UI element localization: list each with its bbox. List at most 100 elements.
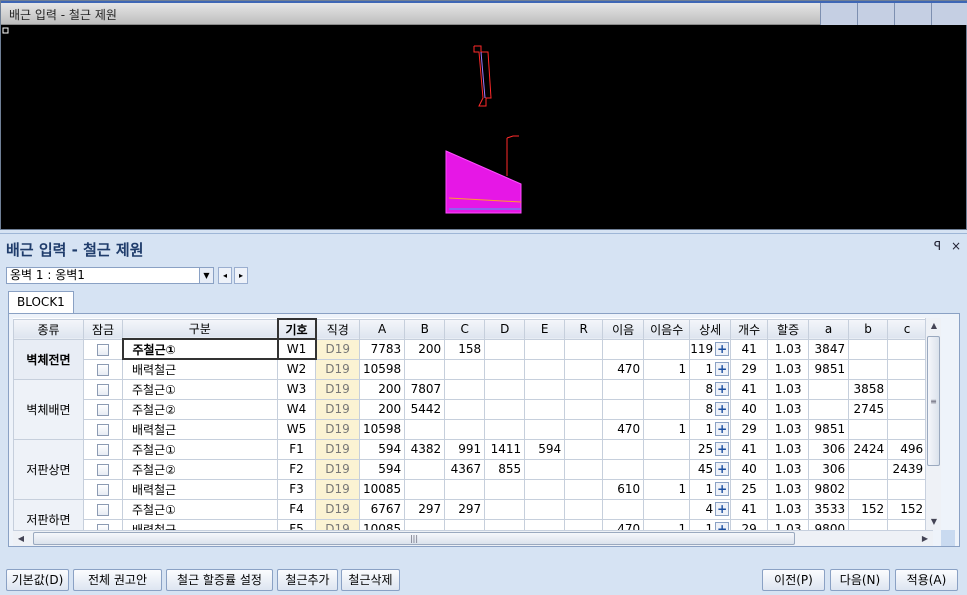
- value-cell-d[interactable]: 855: [484, 458, 526, 480]
- table-row[interactable]: 저판상면 주철근① F1 D19 594 4382 991 1411 594 25 +41 1.03 3…: [13, 438, 928, 500]
- value-cell-c-lower[interactable]: [887, 338, 928, 360]
- value-cell-r[interactable]: [564, 378, 604, 400]
- value-cell-lap[interactable]: [602, 378, 645, 400]
- value-cell-c-lower[interactable]: [887, 398, 928, 420]
- value-cell-b-lower[interactable]: [848, 358, 889, 380]
- value-cell-lap[interactable]: [602, 458, 645, 480]
- value-cell-c-lower[interactable]: 496: [887, 438, 928, 460]
- value-cell-d[interactable]: [484, 378, 526, 400]
- scroll-right-icon[interactable]: ▶: [917, 531, 933, 547]
- value-cell-d[interactable]: [484, 338, 526, 360]
- plus-icon[interactable]: +: [715, 502, 730, 517]
- col-header[interactable]: 개수: [730, 318, 769, 340]
- table-row[interactable]: 배력철근 F3 D19 10085 610 1 1 +25 1.03 9802: [14, 478, 928, 500]
- pin-icon[interactable]: ꟼ: [934, 239, 941, 253]
- plus-icon[interactable]: +: [715, 382, 730, 397]
- extra-cell[interactable]: 1.03: [767, 418, 810, 440]
- detail-cell[interactable]: 1 +: [689, 358, 732, 380]
- value-cell-b-lower[interactable]: 2745: [848, 398, 889, 420]
- lock-cell[interactable]: [83, 498, 123, 520]
- value-cell-lap[interactable]: 470: [602, 418, 645, 440]
- symbol-cell[interactable]: F1: [277, 438, 316, 460]
- col-header[interactable]: R: [564, 318, 604, 340]
- rebar-name-cell[interactable]: 주철근②: [122, 458, 278, 480]
- rebar-grid[interactable]: 종류 잠금 구분 기호 직경 A B C D E R 이음 이음수 상세 개수 …: [13, 318, 933, 530]
- value-cell-c-lower[interactable]: [887, 518, 928, 530]
- plus-icon[interactable]: +: [715, 422, 730, 437]
- value-cell-b-lower[interactable]: [848, 338, 889, 360]
- value-cell-r[interactable]: [564, 418, 604, 440]
- value-cell-e[interactable]: [524, 518, 566, 530]
- value-cell-a-lower[interactable]: 9800: [808, 518, 850, 530]
- diameter-cell[interactable]: D19: [315, 518, 360, 530]
- value-cell-a[interactable]: 594: [358, 438, 406, 460]
- default-button[interactable]: 기본값(D): [6, 569, 69, 591]
- value-cell-lap[interactable]: [602, 498, 645, 520]
- next-button[interactable]: 다음(N): [830, 569, 890, 591]
- value-cell-a[interactable]: 7783: [358, 338, 406, 360]
- symbol-cell[interactable]: W3: [277, 378, 316, 400]
- extra-cell[interactable]: 1.03: [767, 458, 810, 480]
- symbol-cell[interactable]: W2: [277, 358, 316, 380]
- extra-cell[interactable]: 1.03: [767, 398, 810, 420]
- rebar-name-cell[interactable]: 배력철근: [122, 358, 278, 380]
- detail-cell[interactable]: 8 +: [689, 378, 732, 400]
- preview-canvas[interactable]: [1, 26, 967, 230]
- value-cell-d[interactable]: [484, 358, 526, 380]
- col-header[interactable]: c: [887, 318, 928, 340]
- value-cell-e[interactable]: [524, 458, 566, 480]
- col-header[interactable]: 이음수: [643, 318, 691, 340]
- col-header[interactable]: 잠금: [83, 318, 123, 340]
- col-header[interactable]: 종류: [13, 318, 84, 340]
- symbol-cell[interactable]: W4: [277, 398, 316, 420]
- count-cell[interactable]: 41: [730, 438, 769, 460]
- value-cell-b[interactable]: 200: [404, 338, 446, 360]
- scroll-left-icon[interactable]: ◀: [13, 531, 29, 547]
- count-cell[interactable]: 29: [730, 418, 769, 440]
- table-row[interactable]: 벽체전면 주철근① W1 D19 7783 200 158 119 +41 1.03 3847: [13, 338, 928, 380]
- value-cell-b-lower[interactable]: [848, 418, 889, 440]
- count-cell[interactable]: 41: [730, 498, 769, 520]
- count-cell[interactable]: 29: [730, 518, 769, 530]
- value-cell-d[interactable]: [484, 498, 526, 520]
- rebar-name-cell[interactable]: 배력철근: [122, 518, 278, 530]
- value-cell-a[interactable]: 10598: [358, 418, 406, 440]
- lock-checkbox[interactable]: [97, 383, 109, 396]
- value-cell-c-lower[interactable]: [887, 478, 928, 500]
- scroll-down-icon[interactable]: ▼: [926, 514, 942, 530]
- col-header[interactable]: 상세: [689, 318, 732, 340]
- detail-cell[interactable]: 1 +: [689, 478, 732, 500]
- value-cell-b-lower[interactable]: 2424: [848, 438, 889, 460]
- detail-cell[interactable]: 119 +: [689, 338, 732, 360]
- lock-cell[interactable]: [83, 478, 123, 500]
- value-cell-lapn[interactable]: [643, 498, 691, 520]
- col-header[interactable]: E: [524, 318, 566, 340]
- value-cell-r[interactable]: [564, 338, 604, 360]
- count-cell[interactable]: 40: [730, 398, 769, 420]
- lock-cell[interactable]: [83, 418, 123, 440]
- symbol-cell[interactable]: W5: [277, 418, 316, 440]
- detail-cell[interactable]: 1 +: [689, 518, 732, 530]
- value-cell-a[interactable]: 6767: [358, 498, 406, 520]
- symbol-cell[interactable]: W1: [276, 338, 317, 360]
- count-cell[interactable]: 41: [730, 338, 769, 360]
- lock-checkbox[interactable]: [97, 483, 109, 496]
- lock-cell[interactable]: [83, 458, 123, 480]
- col-header[interactable]: 기호: [276, 318, 317, 340]
- tab-block1[interactable]: BLOCK1: [8, 291, 74, 313]
- table-row[interactable]: 벽체배면 주철근① W3 D19 200 7807 8 +41 1.03 3858: [13, 378, 928, 440]
- lock-cell[interactable]: [83, 518, 123, 530]
- value-cell-r[interactable]: [564, 478, 604, 500]
- extra-cell[interactable]: 1.03: [767, 378, 810, 400]
- delete-rebar-button[interactable]: 철근삭제: [341, 569, 400, 591]
- value-cell-a-lower[interactable]: 9851: [808, 358, 850, 380]
- value-cell-d[interactable]: [484, 478, 526, 500]
- lock-checkbox[interactable]: [97, 503, 109, 516]
- value-cell-c[interactable]: 297: [444, 498, 486, 520]
- value-cell-lapn[interactable]: 1: [643, 478, 691, 500]
- symbol-cell[interactable]: F5: [277, 518, 316, 530]
- lock-cell[interactable]: [83, 358, 123, 380]
- count-cell[interactable]: 29: [730, 358, 769, 380]
- value-cell-c-lower[interactable]: [887, 378, 928, 400]
- value-cell-a[interactable]: 10598: [358, 358, 406, 380]
